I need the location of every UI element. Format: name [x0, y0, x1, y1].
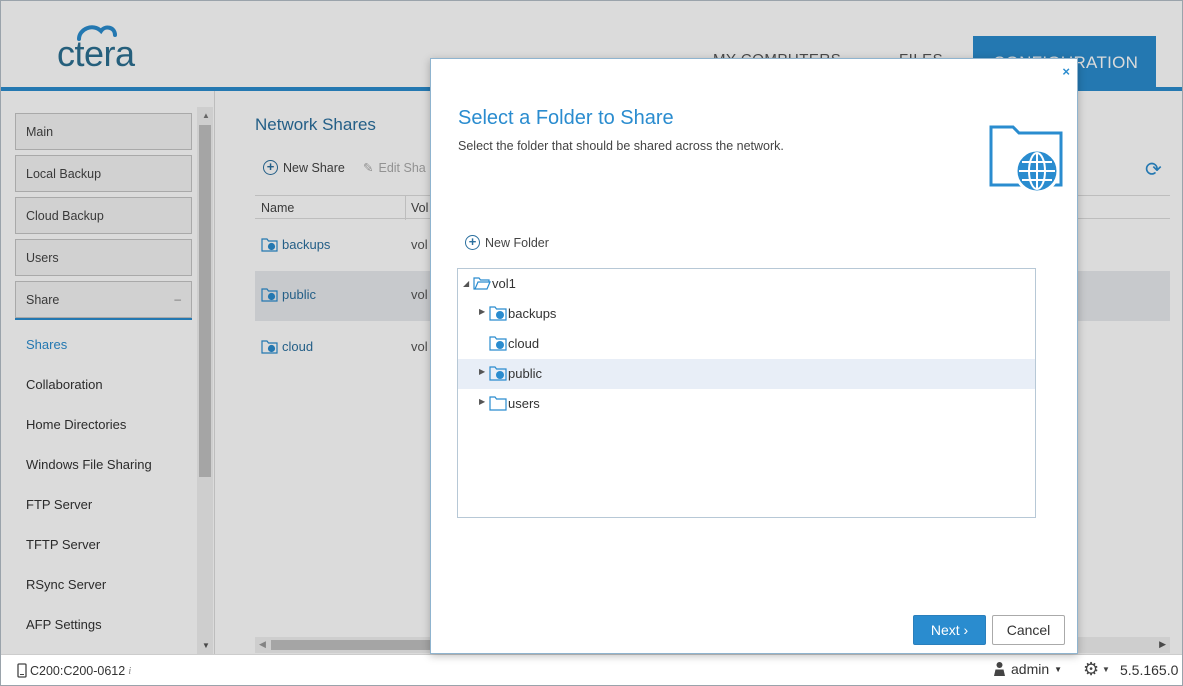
info-icon[interactable]: i [128, 665, 131, 677]
open-folder-icon [473, 277, 491, 290]
tree-node[interactable]: ▶ users [458, 389, 1035, 419]
folder-icon [489, 396, 507, 411]
shared-folder-globe-icon [989, 125, 1063, 194]
plus-circle-icon: + [465, 235, 480, 250]
shared-folder-icon [489, 336, 507, 351]
device-icon [17, 663, 27, 678]
username: admin [1011, 661, 1050, 677]
chevron-down-icon[interactable]: ▼ [1102, 665, 1110, 674]
tree-collapse-icon[interactable]: ◢ [463, 279, 469, 288]
app-window: ctera MY COMPUTERS FILES CONFIGURATION M… [0, 0, 1183, 686]
next-button[interactable]: Next › [913, 615, 986, 645]
gear-icon[interactable]: ⚙ [1083, 659, 1099, 680]
dialog-title: Select a Folder to Share [458, 107, 674, 129]
dialog-subtitle: Select the folder that should be shared … [458, 139, 784, 153]
shared-folder-icon [489, 366, 507, 381]
tree-expand-icon[interactable]: ▶ [479, 367, 485, 376]
select-folder-dialog: × Select a Folder to Share Select the fo… [430, 58, 1078, 654]
chevron-down-icon: ▼ [1054, 664, 1063, 674]
tree-node-root[interactable]: ◢ vol1 [458, 269, 1035, 299]
user-menu[interactable]: admin ▼ [993, 661, 1062, 677]
version-number: 5.5.165.0 [1120, 662, 1179, 678]
new-folder-label: New Folder [485, 235, 549, 250]
tree-node-label[interactable]: users [508, 396, 540, 411]
tree-node-label[interactable]: vol1 [492, 276, 516, 291]
status-bar: C200:C200-0612 i admin ▼ ⚙ ▼ 5.5.165.0 [1, 654, 1182, 685]
tree-expand-icon[interactable]: ▶ [479, 307, 485, 316]
tree-node[interactable]: cloud [458, 329, 1035, 359]
tree-node[interactable]: ▶ public [458, 359, 1035, 389]
tree-node-label[interactable]: cloud [508, 336, 539, 351]
device-indicator: C200:C200-0612 i [17, 663, 131, 678]
tree-node-label[interactable]: public [508, 366, 542, 381]
close-icon[interactable]: × [1062, 64, 1070, 79]
device-name: C200:C200-0612 [30, 663, 126, 678]
tree-expand-icon[interactable]: ▶ [479, 397, 485, 406]
tree-node[interactable]: ▶ backups [458, 299, 1035, 329]
new-folder-button[interactable]: + New Folder [465, 235, 549, 250]
folder-tree[interactable]: ◢ vol1 ▶ backups cloud ▶ public ▶ users [457, 268, 1036, 518]
cancel-button[interactable]: Cancel [992, 615, 1065, 645]
shared-folder-icon [489, 306, 507, 321]
tree-node-label[interactable]: backups [508, 306, 556, 321]
user-icon [994, 662, 1005, 676]
